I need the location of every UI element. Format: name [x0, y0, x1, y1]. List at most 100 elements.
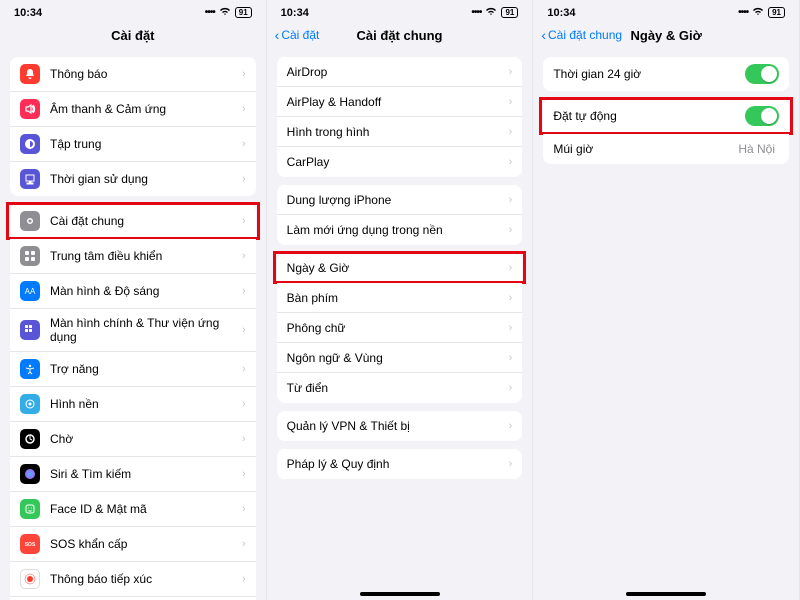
settings-section-2: Cài đặt chung›Trung tâm điều khiển›AAMàn… [10, 204, 256, 600]
chevron-right-icon: › [242, 250, 246, 262]
chevron-right-icon: › [509, 382, 513, 394]
row-label: Siri & Tìm kiếm [50, 467, 242, 481]
settings-row[interactable]: SOSSOS khẩn cấp› [10, 527, 256, 562]
standby-icon [20, 429, 40, 449]
settings-row[interactable]: Thông báo tiếp xúc› [10, 562, 256, 597]
svg-text:AA: AA [25, 287, 36, 296]
exposure-icon [20, 569, 40, 589]
back-label: Cài đặt chung [548, 28, 622, 42]
settings-row[interactable]: AirDrop› [277, 57, 523, 87]
accessibility-icon [20, 359, 40, 379]
general-section-4: Quản lý VPN & Thiết bị› [277, 411, 523, 441]
row-label: Chờ [50, 432, 242, 446]
row-value: Hà Nội [738, 142, 775, 156]
row-label: AirDrop [287, 65, 509, 79]
row-label: Đặt tự động [553, 109, 745, 123]
row-timezone[interactable]: Múi giờ Hà Nội [543, 134, 789, 164]
datetime-section-1: Thời gian 24 giờ [543, 57, 789, 91]
settings-row[interactable]: Tập trung› [10, 127, 256, 162]
chevron-right-icon: › [242, 285, 246, 297]
chevron-left-icon: ‹ [541, 27, 546, 43]
signal-icon: •••• [471, 7, 481, 18]
row-label: Tập trung [50, 137, 242, 151]
toggle-on-icon[interactable] [745, 64, 779, 84]
settings-row[interactable]: AA Màn hình & Độ sáng› [10, 274, 256, 309]
row-label: Phông chữ [287, 321, 509, 335]
chevron-right-icon: › [509, 322, 513, 334]
status-right: •••• 91 [471, 6, 518, 19]
back-label: Cài đặt [281, 28, 319, 42]
wallpaper-icon [20, 394, 40, 414]
row-label: Trợ năng [50, 362, 242, 376]
home-indicator[interactable] [626, 592, 706, 596]
row-24hour[interactable]: Thời gian 24 giờ [543, 57, 789, 91]
settings-row[interactable]: Hình trong hình› [277, 117, 523, 147]
row-label: Pháp lý & Quy định [287, 457, 509, 471]
settings-row[interactable]: Siri & Tìm kiếm› [10, 457, 256, 492]
settings-row[interactable]: Chờ› [10, 422, 256, 457]
status-bar: 10:34 •••• 91 [533, 0, 799, 21]
settings-row[interactable]: Âm thanh & Cảm ứng› [10, 92, 256, 127]
settings-row[interactable]: Từ điển› [277, 373, 523, 403]
settings-row[interactable]: Cài đặt chung› [10, 204, 256, 239]
home-indicator[interactable] [360, 592, 440, 596]
status-right: •••• 91 [738, 6, 785, 19]
settings-row[interactable]: Hình nền› [10, 387, 256, 422]
settings-row[interactable]: Làm mới ứng dụng trong nền› [277, 215, 523, 245]
controlcenter-icon [20, 246, 40, 266]
row-label: Quản lý VPN & Thiết bị [287, 419, 509, 433]
settings-row[interactable]: Thông báo› [10, 57, 256, 92]
chevron-right-icon: › [242, 324, 246, 336]
status-time: 10:34 [281, 7, 309, 19]
signal-icon: •••• [738, 7, 748, 18]
row-label: Màn hình chính & Thư viện ứng dụng [50, 316, 242, 344]
settings-row[interactable]: Màn hình chính & Thư viện ứng dụng› [10, 309, 256, 352]
datetime-screen: 10:34 •••• 91 ‹ Cài đặt chung Ngày & Giờ… [533, 0, 800, 600]
faceid-icon [20, 499, 40, 519]
row-label: Hình trong hình [287, 125, 509, 139]
settings-row[interactable]: AirPlay & Handoff› [277, 87, 523, 117]
settings-row[interactable]: CarPlay› [277, 147, 523, 177]
settings-row[interactable]: Phông chữ› [277, 313, 523, 343]
settings-row[interactable]: Trung tâm điều khiển› [10, 239, 256, 274]
row-label: Thông báo [50, 67, 242, 81]
battery-icon: 91 [501, 7, 518, 18]
status-time: 10:34 [547, 7, 575, 19]
chevron-right-icon: › [242, 173, 246, 185]
settings-row[interactable]: Dung lượng iPhone› [277, 185, 523, 215]
row-label: Cài đặt chung [50, 214, 242, 228]
row-label: Hình nền [50, 397, 242, 411]
row-label: Âm thanh & Cảm ứng [50, 102, 242, 116]
chevron-right-icon: › [509, 156, 513, 168]
chevron-right-icon: › [242, 503, 246, 515]
status-time: 10:34 [14, 7, 42, 19]
chevron-right-icon: › [242, 138, 246, 150]
row-set-automatically[interactable]: Đặt tự động [543, 99, 789, 134]
battery-icon: 91 [768, 7, 785, 18]
status-bar: 10:34 •••• 91 [0, 0, 266, 21]
settings-row[interactable]: Trợ năng› [10, 352, 256, 387]
back-button[interactable]: ‹ Cài đặt chung [541, 27, 622, 43]
row-label: Thông báo tiếp xúc [50, 572, 242, 586]
nav-bar: ‹ Cài đặt chung Ngày & Giờ [533, 21, 799, 49]
settings-row[interactable]: Quản lý VPN & Thiết bị› [277, 411, 523, 441]
row-label: Màn hình & Độ sáng [50, 284, 242, 298]
row-label: Thời gian sử dụng [50, 172, 242, 186]
wifi-icon [219, 6, 231, 19]
homescreen-icon [20, 320, 40, 340]
back-button[interactable]: ‹ Cài đặt [275, 27, 320, 43]
settings-row[interactable]: Pháp lý & Quy định› [277, 449, 523, 479]
chevron-right-icon: › [509, 194, 513, 206]
sos-icon: SOS [20, 534, 40, 554]
settings-row[interactable]: Bàn phím› [277, 283, 523, 313]
chevron-right-icon: › [242, 103, 246, 115]
settings-row[interactable]: Face ID & Mật mã› [10, 492, 256, 527]
toggle-on-icon[interactable] [745, 106, 779, 126]
settings-row[interactable]: Thời gian sử dụng› [10, 162, 256, 196]
chevron-right-icon: › [509, 262, 513, 274]
settings-row[interactable]: Ngày & Giờ› [277, 253, 523, 283]
settings-row[interactable]: Ngôn ngữ & Vùng› [277, 343, 523, 373]
battery-icon: 91 [235, 7, 252, 18]
general-screen: 10:34 •••• 91 ‹ Cài đặt Cài đặt chung Ai… [267, 0, 534, 600]
row-label: Bàn phím [287, 291, 509, 305]
